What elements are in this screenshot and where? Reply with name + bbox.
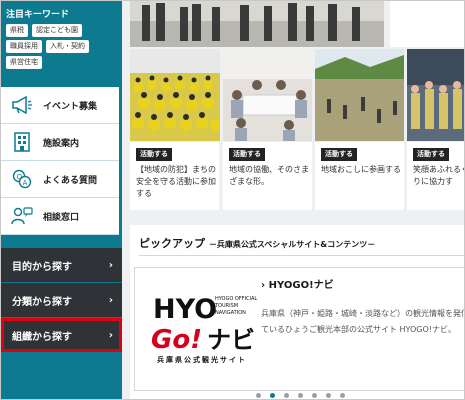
pickup-card-hyogo-navi[interactable]: HYO HYOGO OFFICIAL TOURISM NAVIGATION Go… [134,267,465,391]
nav-label: 目的から探す [12,261,72,273]
activity-badge: 活動する [321,148,357,161]
activity-card[interactable]: 活動する 【地域の防犯】まちの安全を守る活動に参加する [130,142,219,210]
chevron-right-icon: › [108,259,113,271]
logo-small-text: HYOGO OFFICIAL [215,296,257,302]
activity-badge: 活動する [136,148,172,161]
nav-label: 組織から探す [12,331,72,343]
keyword-tag[interactable]: 認定こども園 [32,24,82,37]
activity-card[interactable]: 活動する 笑顔あふれるくりに協力す [407,142,465,210]
logo-navi-text: ナビ [207,326,255,354]
quick-menu: イベント募集 施設案内 QA よくある質問 相談窓口 [1,87,119,235]
pickup-title: ピックアップ [139,237,205,250]
logo-hyo-text: HYO [153,294,217,325]
activity-card[interactable]: 活動する 地域の協働、そのさまざまな形。 [223,142,312,210]
keyword-tag[interactable]: 職員採用 [6,40,42,53]
carousel-dot[interactable] [270,393,275,398]
activity-badge: 活動する [229,148,265,161]
logo-go-text: Go! [151,325,202,355]
banner-photo-blank [390,1,464,47]
activity-card-text: 地域の協働、そのさまざまな形。 [229,165,309,186]
menu-item-facility[interactable]: 施設案内 [1,124,119,161]
logo-small-text: NAVIGATION [215,310,246,316]
nav-search-by-purpose[interactable]: 目的から探す › [1,248,122,282]
activity-card-text: 【地域の防犯】まちの安全を守る活動に参加する [136,165,216,198]
card-photo-3[interactable] [315,49,404,141]
pickup-desc-line: ているひょうご観光本部の公式サイト HYOGO!ナビ。 [261,325,457,334]
menu-item-event[interactable]: イベント募集 [1,87,119,124]
page-frame: 注目キーワード 県税 認定こども園 職員採用 入札・契約 県営住宅 イベント募集… [0,0,465,400]
nav-search-by-organization[interactable]: 組織から探す › [1,318,122,352]
keyword-tag[interactable]: 県営住宅 [6,56,42,69]
chevron-right-icon: › [108,294,113,306]
card-photo-2[interactable] [223,49,312,141]
nav-label: 分類から探す [12,296,72,308]
hyogo-navi-logo: HYO HYOGO OFFICIAL TOURISM NAVIGATION Go… [149,288,259,368]
faq-icon: QA [1,169,43,189]
carousel-dot[interactable] [326,393,331,398]
main-content: 活動する 【地域の防犯】まちの安全を守る活動に参加する 活動する 地域の協働、そ… [122,1,465,399]
pickup-subtitle: －兵庫県公式スペシャルサイト&コンテンツ－ [208,240,376,249]
carousel-dot[interactable] [340,393,345,398]
menu-item-label: 相談窓口 [43,212,80,223]
banner-photo[interactable] [130,1,384,47]
menu-item-label: 施設案内 [43,138,80,149]
pickup-item-title[interactable]: › HYOGO!ナビ [261,276,334,291]
pickup-divider [139,255,464,256]
logo-small-text: TOURISM [214,303,238,309]
chevron-right-icon: › [108,329,113,341]
carousel-dot[interactable] [312,393,317,398]
carousel-dot[interactable] [256,393,261,398]
logo-caption-text: 兵庫県公式観光サイト [157,355,247,364]
menu-item-label: よくある質問 [43,175,98,186]
card-photo-1[interactable] [130,49,220,141]
activity-card-text: 地域おこしに参画する [321,165,401,174]
sidebar-footer [1,353,122,399]
building-icon [1,132,43,152]
keyword-tag[interactable]: 県税 [6,24,28,37]
card-photo-4[interactable] [407,49,464,141]
pickup-desc-line: 兵庫県（神戸・姫路・城崎・淡路など）の観光情報を発信 [261,309,465,318]
menu-item-label: イベント募集 [43,101,98,112]
pickup-section: ピックアップ －兵庫県公式スペシャルサイト&コンテンツ－ HYO HYOGO O… [130,225,465,399]
nav-search-by-category[interactable]: 分類から探す › [1,283,122,317]
keyword-title: 注目キーワード [6,10,70,20]
pickup-item-description: 兵庫県（神戸・姫路・城崎・淡路など）の観光情報を発信 ているひょうご観光本部の公… [261,306,465,338]
megaphone-icon [1,96,43,114]
sidebar: 注目キーワード 県税 認定こども園 職員採用 入札・契約 県営住宅 イベント募集… [1,1,122,399]
pickup-heading: ピックアップ －兵庫県公式スペシャルサイト&コンテンツ－ [139,235,375,251]
carousel-pagination [256,393,345,398]
keyword-tags: 県税 認定こども園 職員採用 入札・契約 県営住宅 [6,24,119,69]
consultation-icon [1,206,43,226]
carousel-dot[interactable] [298,393,303,398]
svg-text:A: A [23,179,28,187]
activity-card[interactable]: 活動する 地域おこしに参画する [315,142,404,210]
keyword-tag[interactable]: 入札・契約 [46,40,89,53]
menu-item-faq[interactable]: QA よくある質問 [1,161,119,198]
menu-item-consult[interactable]: 相談窓口 [1,198,119,235]
activity-card-text: 笑顔あふれるくりに協力す [413,165,465,186]
carousel-dot[interactable] [284,393,289,398]
activity-badge: 活動する [413,148,449,161]
